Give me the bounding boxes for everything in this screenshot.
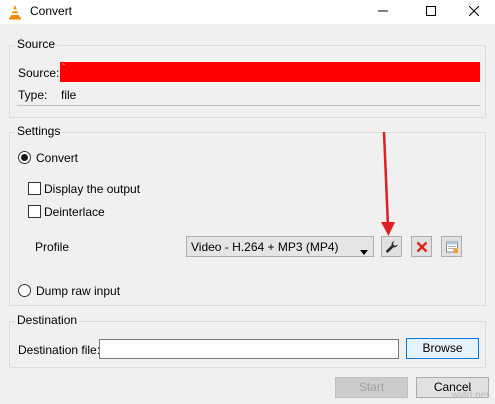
- destination-file-label: Destination file:: [18, 343, 101, 357]
- title-bar: Convert: [0, 0, 495, 24]
- source-value-redacted: `: [60, 62, 480, 82]
- vlc-cone-icon: [7, 4, 23, 20]
- new-profile-button[interactable]: [441, 236, 462, 257]
- type-value: file: [61, 88, 77, 102]
- profile-select[interactable]: Video - H.264 + MP3 (MP4): [186, 236, 374, 257]
- destination-group-title: Destination: [15, 313, 80, 327]
- watermark: wvtd.net: [451, 390, 489, 401]
- destination-file-input[interactable]: [99, 339, 399, 359]
- start-button[interactable]: Start: [335, 377, 408, 398]
- dump-raw-radio[interactable]: [18, 284, 31, 297]
- source-value: `: [62, 63, 66, 74]
- source-group-title: Source: [15, 37, 58, 51]
- convert-radio-label[interactable]: Convert: [36, 151, 78, 165]
- chevron-down-icon: [360, 244, 368, 258]
- display-output-checkbox[interactable]: [28, 182, 41, 195]
- profile-select-value: Video - H.264 + MP3 (MP4): [191, 240, 339, 254]
- close-icon: [469, 6, 479, 16]
- delete-x-icon: [416, 241, 428, 253]
- browse-button[interactable]: Browse: [406, 338, 479, 359]
- type-label: Type:: [18, 88, 48, 102]
- source-separator: [17, 105, 480, 106]
- source-label: Source:: [18, 66, 60, 80]
- new-profile-icon: [446, 241, 458, 253]
- settings-group: Settings: [9, 124, 486, 306]
- settings-group-title: Settings: [15, 124, 63, 138]
- edit-profile-button[interactable]: [381, 236, 402, 257]
- minimize-icon: [378, 10, 388, 12]
- wrench-icon: [386, 241, 398, 253]
- convert-radio[interactable]: [18, 151, 31, 164]
- annotation-arrow-icon: [381, 131, 395, 236]
- dump-raw-label[interactable]: Dump raw input: [36, 284, 120, 298]
- deinterlace-label[interactable]: Deinterlace: [44, 205, 105, 219]
- minimize-button[interactable]: [361, 0, 405, 24]
- display-output-label[interactable]: Display the output: [44, 182, 140, 196]
- window-title: Convert: [30, 4, 73, 18]
- profile-label: Profile: [35, 240, 70, 254]
- maximize-button[interactable]: [409, 0, 453, 24]
- delete-profile-button[interactable]: [411, 236, 432, 257]
- deinterlace-checkbox[interactable]: [28, 205, 41, 218]
- maximize-icon: [426, 6, 436, 16]
- close-button[interactable]: [452, 0, 495, 24]
